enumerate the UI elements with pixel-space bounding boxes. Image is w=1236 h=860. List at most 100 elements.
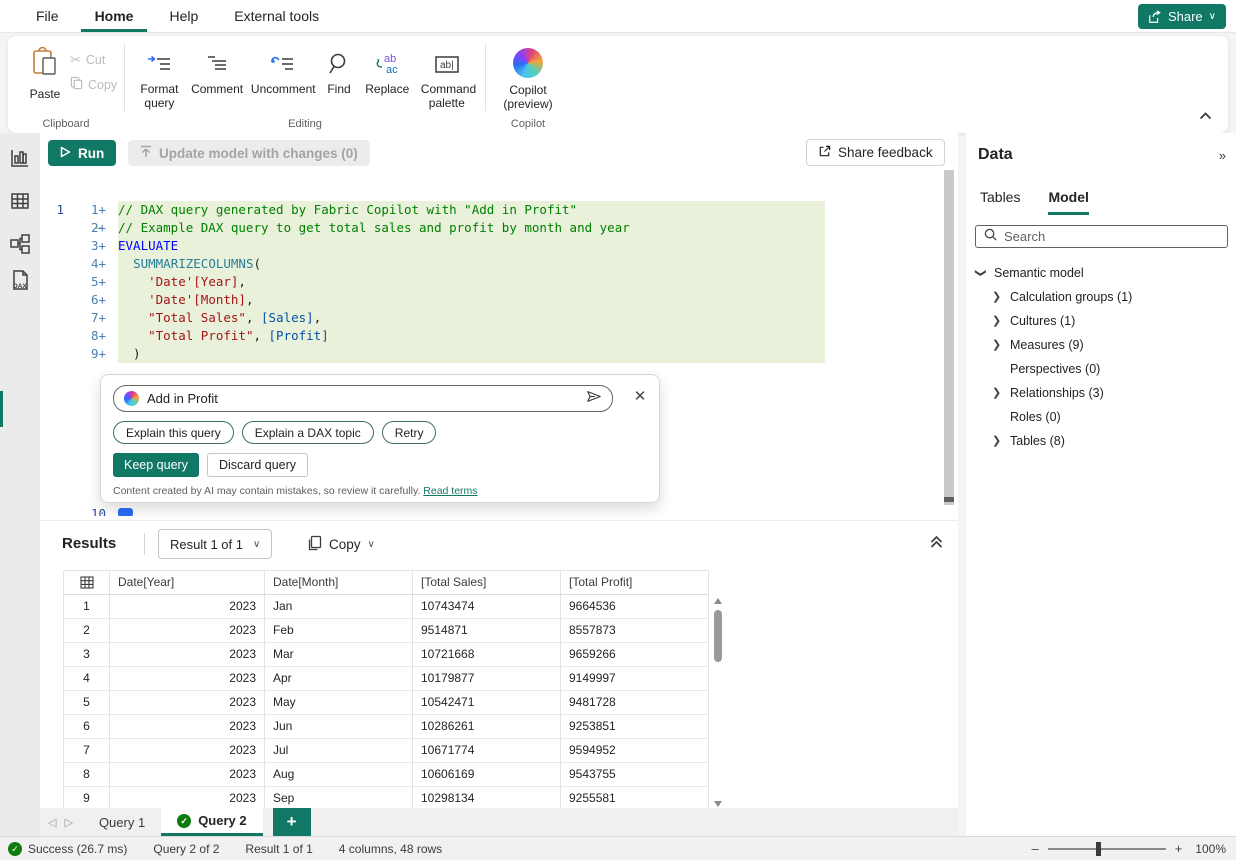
explain-query-pill[interactable]: Explain this query bbox=[113, 421, 234, 444]
tab-model[interactable]: Model bbox=[1048, 189, 1089, 215]
tree-item-calculation-groups-1[interactable]: ❯ Calculation groups (1) bbox=[966, 285, 1236, 309]
tree-item-tables-8[interactable]: ❯ Tables (8) bbox=[966, 429, 1236, 453]
tab-tables[interactable]: Tables bbox=[980, 189, 1020, 215]
ribbon-collapse-icon[interactable] bbox=[1199, 107, 1212, 125]
copy-results-button[interactable]: Copy ∨ bbox=[298, 529, 385, 559]
code-line[interactable]: 9+ ) bbox=[40, 345, 958, 363]
chevron-down-icon[interactable]: ❯ bbox=[969, 268, 993, 277]
code-text: ) bbox=[118, 345, 825, 363]
copy-button[interactable]: Copy bbox=[70, 76, 117, 93]
table-row[interactable]: 3 2023 Mar 10721668 9659266 bbox=[63, 643, 710, 667]
share-feedback-button[interactable]: Share feedback bbox=[806, 139, 945, 166]
dax-query-view-icon[interactable]: DAX bbox=[9, 269, 31, 291]
table-row[interactable]: 1 2023 Jan 10743474 9664536 bbox=[63, 595, 710, 619]
column-header[interactable]: Date[Month] bbox=[265, 570, 413, 595]
chevron-right-icon[interactable]: ❯ bbox=[992, 333, 1001, 357]
table-row[interactable]: 7 2023 Jul 10671774 9594952 bbox=[63, 739, 710, 763]
close-icon[interactable]: ✕ bbox=[631, 388, 649, 406]
code-line[interactable]: 5+ 'Date'[Year], bbox=[40, 273, 958, 291]
collapse-panel-icon[interactable]: » bbox=[1219, 148, 1226, 163]
tab-query-2[interactable]: ✓ Query 2 bbox=[161, 808, 263, 836]
column-header[interactable]: [Total Profit] bbox=[561, 570, 709, 595]
editor-scrollbar[interactable] bbox=[944, 170, 954, 505]
table-row[interactable]: 8 2023 Aug 10606169 9543755 bbox=[63, 763, 710, 787]
model-view-icon[interactable] bbox=[9, 233, 31, 255]
code-line[interactable]: 3+ EVALUATE bbox=[40, 237, 958, 255]
cell: 10542471 bbox=[413, 691, 561, 715]
table-scrollbar[interactable] bbox=[712, 596, 725, 807]
code-line[interactable]: 1+ // DAX query generated by Fabric Copil… bbox=[40, 201, 958, 219]
code-text: "Total Profit", [Profit] bbox=[118, 327, 825, 345]
read-terms-link[interactable]: Read terms bbox=[423, 485, 477, 497]
line-number: 2+ bbox=[90, 220, 106, 235]
code-line[interactable]: 2+ // Example DAX query to get total sale… bbox=[40, 219, 958, 237]
report-view-icon[interactable] bbox=[9, 147, 31, 169]
search-input[interactable] bbox=[1004, 229, 1219, 244]
chevron-right-icon[interactable]: ❯ bbox=[992, 429, 1001, 453]
tree-item-semantic-model[interactable]: ❯ Semantic model bbox=[966, 261, 1236, 285]
zoom-out-button[interactable]: – bbox=[1031, 841, 1038, 856]
code-line[interactable]: 4+ SUMMARIZECOLUMNS( bbox=[40, 255, 958, 273]
svg-text:DAX: DAX bbox=[13, 283, 27, 290]
search-box[interactable] bbox=[975, 225, 1228, 248]
tree-item-perspectives-0[interactable]: Perspectives (0) bbox=[966, 357, 1236, 381]
table-scroll-thumb[interactable] bbox=[714, 610, 722, 662]
cell: Sep bbox=[265, 787, 413, 808]
add-query-button[interactable]: + bbox=[272, 808, 311, 836]
menu-help[interactable]: Help bbox=[155, 0, 212, 32]
table-view-icon[interactable] bbox=[9, 190, 31, 212]
menu-home[interactable]: Home bbox=[80, 0, 148, 32]
row-number: 6 bbox=[63, 715, 110, 739]
discard-query-button[interactable]: Discard query bbox=[206, 453, 309, 477]
tree-item-label: Tables (8) bbox=[1010, 434, 1065, 448]
explain-dax-topic-pill[interactable]: Explain a DAX topic bbox=[241, 421, 374, 444]
send-icon[interactable] bbox=[586, 389, 602, 409]
table-row[interactable]: 2 2023 Feb 9514871 8557873 bbox=[63, 619, 710, 643]
table-row[interactable]: 6 2023 Jun 10286261 9253851 bbox=[63, 715, 710, 739]
update-model-button[interactable]: Update model with changes (0) bbox=[128, 140, 370, 166]
chevron-right-icon[interactable]: ❯ bbox=[992, 381, 1001, 405]
tree-item-cultures-1[interactable]: ❯ Cultures (1) bbox=[966, 309, 1236, 333]
cut-button[interactable]: ✂ Cut bbox=[70, 52, 117, 68]
menu-file[interactable]: File bbox=[22, 0, 73, 32]
zoom-slider-handle[interactable] bbox=[1095, 841, 1101, 856]
menu-external-tools[interactable]: External tools bbox=[220, 0, 333, 32]
scroll-up-icon[interactable] bbox=[714, 598, 722, 604]
row-number: 3 bbox=[63, 643, 110, 667]
tree-item-relationships-3[interactable]: ❯ Relationships (3) bbox=[966, 381, 1236, 405]
code-line[interactable]: 8+ "Total Profit", [Profit] bbox=[40, 327, 958, 345]
tree-item-roles-0[interactable]: Roles (0) bbox=[966, 405, 1236, 429]
column-header[interactable]: [Total Sales] bbox=[413, 570, 561, 595]
share-button[interactable]: Share ∨ bbox=[1137, 4, 1226, 29]
copilot-icon[interactable] bbox=[513, 48, 543, 78]
next-tab-icon[interactable]: ▷ bbox=[64, 816, 72, 829]
cut-icon: ✂ bbox=[70, 52, 81, 67]
copilot-prompt-input[interactable]: Add in Profit bbox=[113, 385, 613, 412]
cell: 10721668 bbox=[413, 643, 561, 667]
code-line[interactable]: 6+ 'Date'[Month], bbox=[40, 291, 958, 309]
table-row[interactable]: 9 2023 Sep 10298134 9255581 bbox=[63, 787, 710, 808]
table-row[interactable]: 5 2023 May 10542471 9481728 bbox=[63, 691, 710, 715]
cell: 2023 bbox=[110, 787, 265, 808]
result-selector-dropdown[interactable]: Result 1 of 1 ∨ bbox=[158, 529, 273, 559]
collapse-results-icon[interactable] bbox=[926, 533, 946, 553]
retry-pill[interactable]: Retry bbox=[381, 421, 437, 444]
keep-query-button[interactable]: Keep query bbox=[113, 453, 199, 477]
code-line[interactable]: 7+ "Total Sales", [Sales], bbox=[40, 309, 958, 327]
cell: 2023 bbox=[110, 715, 265, 739]
chevron-right-icon[interactable]: ❯ bbox=[992, 309, 1001, 333]
tree-item-label: Calculation groups (1) bbox=[1010, 290, 1133, 304]
column-header[interactable]: Date[Year] bbox=[110, 570, 265, 595]
line-number: 1+ bbox=[90, 202, 106, 217]
line-number: 3+ bbox=[90, 238, 106, 253]
tree-item-measures-9[interactable]: ❯ Measures (9) bbox=[966, 333, 1236, 357]
zoom-in-button[interactable]: + bbox=[1175, 841, 1183, 856]
tab-query-1[interactable]: Query 1 bbox=[83, 808, 161, 836]
zoom-slider[interactable] bbox=[1047, 841, 1166, 856]
chevron-right-icon[interactable]: ❯ bbox=[992, 285, 1001, 309]
prev-tab-icon[interactable]: ◁ bbox=[48, 816, 56, 829]
code-line-deleted[interactable]: 1 − bbox=[40, 183, 958, 255]
run-button[interactable]: Run bbox=[48, 140, 117, 166]
table-row[interactable]: 4 2023 Apr 10179877 9149997 bbox=[63, 667, 710, 691]
scroll-down-icon[interactable] bbox=[714, 801, 722, 807]
